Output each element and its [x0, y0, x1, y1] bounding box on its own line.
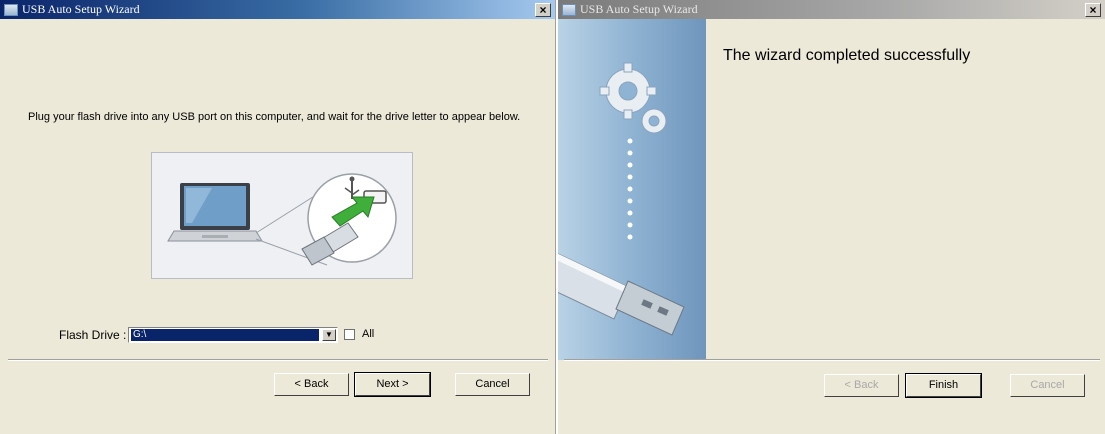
dropdown-arrow-icon[interactable]: ▼ — [322, 329, 336, 341]
close-button[interactable]: × — [535, 2, 551, 17]
flash-drive-value: G:\ — [131, 329, 319, 341]
progress-dots — [627, 138, 633, 240]
footer-separator — [564, 359, 1100, 361]
plug-in-illustration — [151, 152, 413, 279]
completion-heading: The wizard completed successfully — [723, 47, 971, 64]
usb-wizard-window-complete: USB Auto Setup Wizard × The wizard compl… — [558, 0, 1105, 434]
window-title: USB Auto Setup Wizard — [580, 2, 698, 16]
title-bar[interactable]: USB Auto Setup Wizard × — [0, 0, 555, 19]
back-button[interactable]: < Back — [274, 373, 349, 396]
all-checkbox-label: All — [362, 328, 375, 340]
footer-separator — [8, 359, 548, 361]
usb-flash-drive-icon — [558, 253, 685, 336]
window-title: USB Auto Setup Wizard — [22, 2, 140, 16]
laptop-icon — [167, 183, 263, 242]
next-button[interactable]: Next > — [354, 372, 431, 397]
close-button[interactable]: × — [1085, 2, 1101, 17]
all-checkbox[interactable] — [344, 329, 355, 340]
app-icon — [562, 3, 576, 16]
app-icon — [4, 3, 18, 16]
gears-icon — [599, 62, 667, 134]
flash-drive-label: Flash Drive : — [59, 328, 127, 342]
usb-wizard-window-step: USB Auto Setup Wizard × Plug your flash … — [0, 0, 556, 434]
laptop-usb-illustration — [167, 173, 397, 266]
flash-drive-select[interactable]: G:\ ▼ — [128, 327, 338, 343]
wizard-side-banner — [558, 19, 706, 360]
instruction-text: Plug your flash drive into any USB port … — [28, 111, 521, 123]
cancel-button[interactable]: Cancel — [455, 373, 530, 396]
back-button: < Back — [824, 374, 899, 397]
finish-button[interactable]: Finish — [905, 373, 982, 398]
cancel-button: Cancel — [1010, 374, 1085, 397]
title-bar[interactable]: USB Auto Setup Wizard × — [558, 0, 1105, 19]
banner-art — [558, 62, 685, 336]
